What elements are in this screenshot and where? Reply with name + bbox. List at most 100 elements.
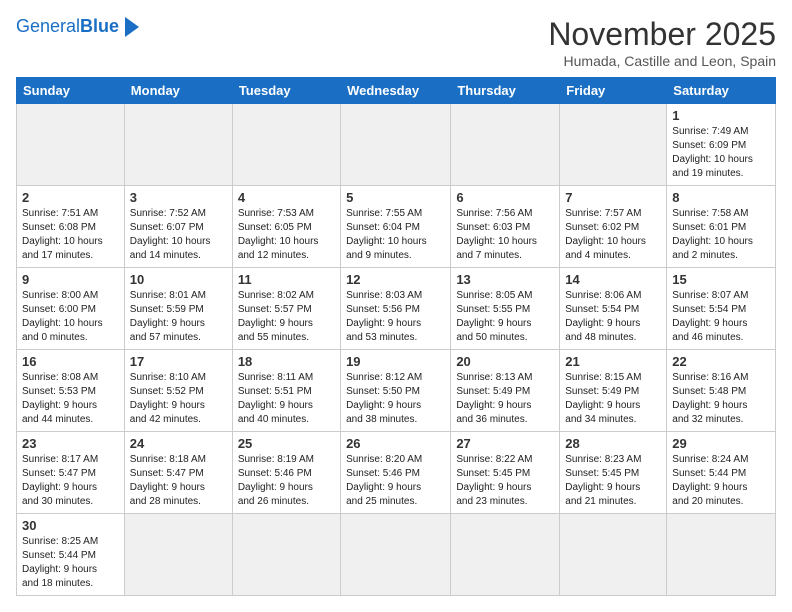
day-number: 3 (130, 190, 227, 205)
calendar-cell: 7 Sunrise: 7:57 AM Sunset: 6:02 PM Daylig… (560, 186, 667, 268)
week-row-5: 30 Sunrise: 8:25 AM Sunset: 5:44 PM Dayli… (17, 514, 776, 596)
calendar-cell: 20Sunrise: 8:13 AM Sunset: 5:49 PM Dayli… (451, 350, 560, 432)
day-info: Sunrise: 8:11 AM Sunset: 5:51 PM Dayligh… (238, 371, 335, 427)
calendar-cell: 10Sunrise: 8:01 AM Sunset: 5:59 PM Dayli… (124, 268, 232, 350)
day-number: 19 (346, 354, 445, 369)
week-row-2: 9 Sunrise: 8:00 AM Sunset: 6:00 PM Daylig… (17, 268, 776, 350)
calendar-cell (124, 104, 232, 186)
day-number: 12 (346, 272, 445, 287)
day-info: Sunrise: 8:16 AM Sunset: 5:48 PM Dayligh… (672, 371, 770, 427)
calendar-cell (560, 104, 667, 186)
day-number: 24 (130, 436, 227, 451)
calendar-cell (124, 514, 232, 596)
day-number: 23 (22, 436, 119, 451)
calendar-cell: 3Sunrise: 7:52 AM Sunset: 6:07 PM Daylig… (124, 186, 232, 268)
day-info: Sunrise: 8:03 AM Sunset: 5:56 PM Dayligh… (346, 289, 445, 345)
day-number: 21 (565, 354, 661, 369)
day-info: Sunrise: 8:12 AM Sunset: 5:50 PM Dayligh… (346, 371, 445, 427)
day-info: Sunrise: 8:25 AM Sunset: 5:44 PM Dayligh… (22, 535, 119, 591)
day-info: Sunrise: 7:55 AM Sunset: 6:04 PM Dayligh… (346, 207, 445, 263)
calendar-cell: 18 Sunrise: 8:11 AM Sunset: 5:51 PM Dayli… (232, 350, 340, 432)
calendar-cell (232, 104, 340, 186)
calendar-cell (232, 514, 340, 596)
week-row-0: 1Sunrise: 7:49 AM Sunset: 6:09 PM Daylig… (17, 104, 776, 186)
calendar-cell: 6 Sunrise: 7:56 AM Sunset: 6:03 PM Daylig… (451, 186, 560, 268)
calendar-cell: 11Sunrise: 8:02 AM Sunset: 5:57 PM Dayli… (232, 268, 340, 350)
day-number: 14 (565, 272, 661, 287)
page-header: GeneralBlue November 2025 Humada, Castil… (16, 16, 776, 69)
calendar-cell (451, 514, 560, 596)
calendar-cell: 29 Sunrise: 8:24 AM Sunset: 5:44 PM Dayli… (667, 432, 776, 514)
calendar-cell: 13Sunrise: 8:05 AM Sunset: 5:55 PM Dayli… (451, 268, 560, 350)
day-info: Sunrise: 7:57 AM Sunset: 6:02 PM Dayligh… (565, 207, 661, 263)
calendar-cell: 17 Sunrise: 8:10 AM Sunset: 5:52 PM Dayli… (124, 350, 232, 432)
day-number: 15 (672, 272, 770, 287)
calendar-cell: 16Sunrise: 8:08 AM Sunset: 5:53 PM Dayli… (17, 350, 125, 432)
weekday-header-sunday: Sunday (17, 78, 125, 104)
calendar-cell: 5 Sunrise: 7:55 AM Sunset: 6:04 PM Daylig… (341, 186, 451, 268)
day-info: Sunrise: 8:20 AM Sunset: 5:46 PM Dayligh… (346, 453, 445, 509)
logo-text: GeneralBlue (16, 16, 119, 37)
day-number: 16 (22, 354, 119, 369)
location-title: Humada, Castille and Leon, Spain (548, 53, 776, 69)
day-number: 17 (130, 354, 227, 369)
weekday-header-row: SundayMondayTuesdayWednesdayThursdayFrid… (17, 78, 776, 104)
weekday-header-saturday: Saturday (667, 78, 776, 104)
calendar-cell: 9 Sunrise: 8:00 AM Sunset: 6:00 PM Daylig… (17, 268, 125, 350)
day-number: 11 (238, 272, 335, 287)
calendar-cell: 24 Sunrise: 8:18 AM Sunset: 5:47 PM Dayli… (124, 432, 232, 514)
calendar-cell (341, 514, 451, 596)
calendar-cell: 27Sunrise: 8:22 AM Sunset: 5:45 PM Dayli… (451, 432, 560, 514)
day-info: Sunrise: 8:18 AM Sunset: 5:47 PM Dayligh… (130, 453, 227, 509)
day-info: Sunrise: 8:13 AM Sunset: 5:49 PM Dayligh… (456, 371, 554, 427)
calendar-cell: 15Sunrise: 8:07 AM Sunset: 5:54 PM Dayli… (667, 268, 776, 350)
day-info: Sunrise: 8:06 AM Sunset: 5:54 PM Dayligh… (565, 289, 661, 345)
calendar-cell: 19 Sunrise: 8:12 AM Sunset: 5:50 PM Dayli… (341, 350, 451, 432)
month-title: November 2025 (548, 16, 776, 53)
day-number: 5 (346, 190, 445, 205)
calendar-cell: 12 Sunrise: 8:03 AM Sunset: 5:56 PM Dayli… (341, 268, 451, 350)
calendar-cell (451, 104, 560, 186)
calendar-cell: 8Sunrise: 7:58 AM Sunset: 6:01 PM Daylig… (667, 186, 776, 268)
logo: GeneralBlue (16, 16, 139, 37)
day-info: Sunrise: 8:19 AM Sunset: 5:46 PM Dayligh… (238, 453, 335, 509)
day-number: 7 (565, 190, 661, 205)
calendar-cell: 1Sunrise: 7:49 AM Sunset: 6:09 PM Daylig… (667, 104, 776, 186)
day-number: 6 (456, 190, 554, 205)
calendar-cell: 23Sunrise: 8:17 AM Sunset: 5:47 PM Dayli… (17, 432, 125, 514)
calendar-cell: 14 Sunrise: 8:06 AM Sunset: 5:54 PM Dayli… (560, 268, 667, 350)
day-number: 9 (22, 272, 119, 287)
day-info: Sunrise: 8:10 AM Sunset: 5:52 PM Dayligh… (130, 371, 227, 427)
day-number: 13 (456, 272, 554, 287)
day-number: 18 (238, 354, 335, 369)
calendar-body: 1Sunrise: 7:49 AM Sunset: 6:09 PM Daylig… (17, 104, 776, 596)
day-number: 29 (672, 436, 770, 451)
day-info: Sunrise: 7:51 AM Sunset: 6:08 PM Dayligh… (22, 207, 119, 263)
week-row-4: 23Sunrise: 8:17 AM Sunset: 5:47 PM Dayli… (17, 432, 776, 514)
day-number: 22 (672, 354, 770, 369)
calendar-cell (341, 104, 451, 186)
title-block: November 2025 Humada, Castille and Leon,… (548, 16, 776, 69)
calendar-cell: 4Sunrise: 7:53 AM Sunset: 6:05 PM Daylig… (232, 186, 340, 268)
calendar-cell (560, 514, 667, 596)
day-number: 28 (565, 436, 661, 451)
day-number: 2 (22, 190, 119, 205)
logo-icon (125, 17, 139, 37)
day-info: Sunrise: 7:53 AM Sunset: 6:05 PM Dayligh… (238, 207, 335, 263)
weekday-header-monday: Monday (124, 78, 232, 104)
day-number: 26 (346, 436, 445, 451)
day-number: 8 (672, 190, 770, 205)
day-number: 30 (22, 518, 119, 533)
day-number: 25 (238, 436, 335, 451)
weekday-header-friday: Friday (560, 78, 667, 104)
day-info: Sunrise: 8:15 AM Sunset: 5:49 PM Dayligh… (565, 371, 661, 427)
calendar-cell: 30 Sunrise: 8:25 AM Sunset: 5:44 PM Dayli… (17, 514, 125, 596)
weekday-header-thursday: Thursday (451, 78, 560, 104)
day-info: Sunrise: 8:00 AM Sunset: 6:00 PM Dayligh… (22, 289, 119, 345)
calendar-cell: 25 Sunrise: 8:19 AM Sunset: 5:46 PM Dayli… (232, 432, 340, 514)
week-row-1: 2 Sunrise: 7:51 AM Sunset: 6:08 PM Daylig… (17, 186, 776, 268)
day-info: Sunrise: 7:56 AM Sunset: 6:03 PM Dayligh… (456, 207, 554, 263)
calendar-table: SundayMondayTuesdayWednesdayThursdayFrid… (16, 77, 776, 596)
day-info: Sunrise: 8:24 AM Sunset: 5:44 PM Dayligh… (672, 453, 770, 509)
calendar-cell: 26 Sunrise: 8:20 AM Sunset: 5:46 PM Dayli… (341, 432, 451, 514)
